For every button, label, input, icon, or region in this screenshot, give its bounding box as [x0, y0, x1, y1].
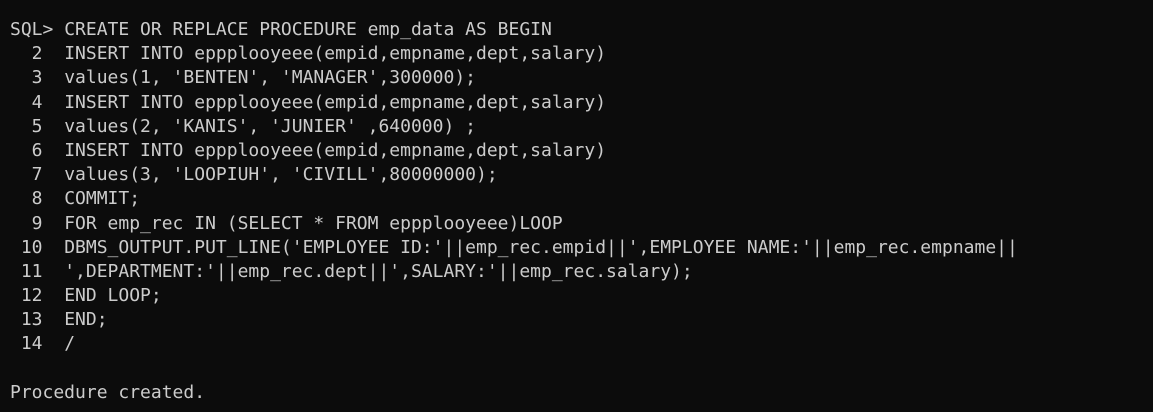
code-line-1: CREATE OR REPLACE PROCEDURE emp_data AS … [64, 19, 552, 40]
code-line-row: 13 END; [10, 308, 1153, 332]
line-number: 11 [10, 260, 65, 282]
code-line-row: 6 INSERT INTO eppplooyeee(empid,empname,… [10, 139, 1153, 163]
line-number: 7 [10, 164, 65, 186]
code-line-row: 4 INSERT INTO eppplooyeee(empid,empname,… [10, 91, 1153, 115]
terminal-window[interactable]: SQL> CREATE OR REPLACE PROCEDURE emp_dat… [0, 0, 1153, 412]
code-line-text: / [64, 333, 76, 355]
code-line-row: 11 ',DEPARTMENT:'||emp_rec.dept||',SALAR… [10, 260, 1153, 284]
line-number: 10 [10, 236, 65, 258]
code-line-row: 14 / [10, 332, 1153, 356]
code-line-text: END; [64, 309, 108, 331]
line-number: 12 [10, 285, 65, 307]
line-number: 2 [10, 43, 65, 65]
sql-prompt: SQL> [10, 19, 65, 40]
line-number: 8 [10, 188, 65, 210]
line-number: 14 [10, 333, 65, 355]
code-line-text: INSERT INTO eppplooyeee(empid,empname,de… [64, 139, 607, 161]
code-line-text: END LOOP; [64, 285, 162, 307]
code-line-text: values(1, 'BENTEN', 'MANAGER',300000); [64, 67, 476, 89]
line-number: 6 [10, 139, 65, 161]
code-line-row: 3 values(1, 'BENTEN', 'MANAGER',300000); [10, 66, 1153, 90]
code-line-row: 12 END LOOP; [10, 284, 1153, 308]
code-line-text: values(3, 'LOOPIUH', 'CIVILL',80000000); [64, 164, 498, 186]
code-line-text: ',DEPARTMENT:'||emp_rec.dept||',SALARY:'… [64, 260, 693, 282]
code-line-row: 9 FOR emp_rec IN (SELECT * FROM eppplooy… [10, 212, 1153, 236]
line-number: 4 [10, 91, 65, 113]
code-line-text: INSERT INTO eppplooyeee(empid,empname,de… [64, 43, 607, 65]
code-line-row: 7 values(3, 'LOOPIUH', 'CIVILL',80000000… [10, 163, 1153, 187]
line-number: 5 [10, 115, 65, 137]
prompt-line: SQL> CREATE OR REPLACE PROCEDURE emp_dat… [10, 18, 1153, 42]
code-line-text: values(2, 'KANIS', 'JUNIER' ,640000) ; [64, 115, 476, 137]
code-line-row: 5 values(2, 'KANIS', 'JUNIER' ,640000) ; [10, 115, 1153, 139]
line-number: 3 [10, 67, 65, 89]
code-line-text: FOR emp_rec IN (SELECT * FROM eppplooyee… [64, 212, 563, 234]
line-number: 13 [10, 309, 65, 331]
line-number: 9 [10, 212, 65, 234]
code-line-text: INSERT INTO eppplooyeee(empid,empname,de… [64, 91, 607, 113]
code-line-row: 2 INSERT INTO eppplooyeee(empid,empname,… [10, 42, 1153, 66]
code-line-row: 8 COMMIT; [10, 187, 1153, 211]
code-line-row: 10 DBMS_OUTPUT.PUT_LINE('EMPLOYEE ID:'||… [10, 236, 1153, 260]
code-line-text: DBMS_OUTPUT.PUT_LINE('EMPLOYEE ID:'||emp… [64, 236, 1018, 258]
result-message: Procedure created. [10, 381, 206, 403]
code-line-text: COMMIT; [64, 188, 141, 210]
